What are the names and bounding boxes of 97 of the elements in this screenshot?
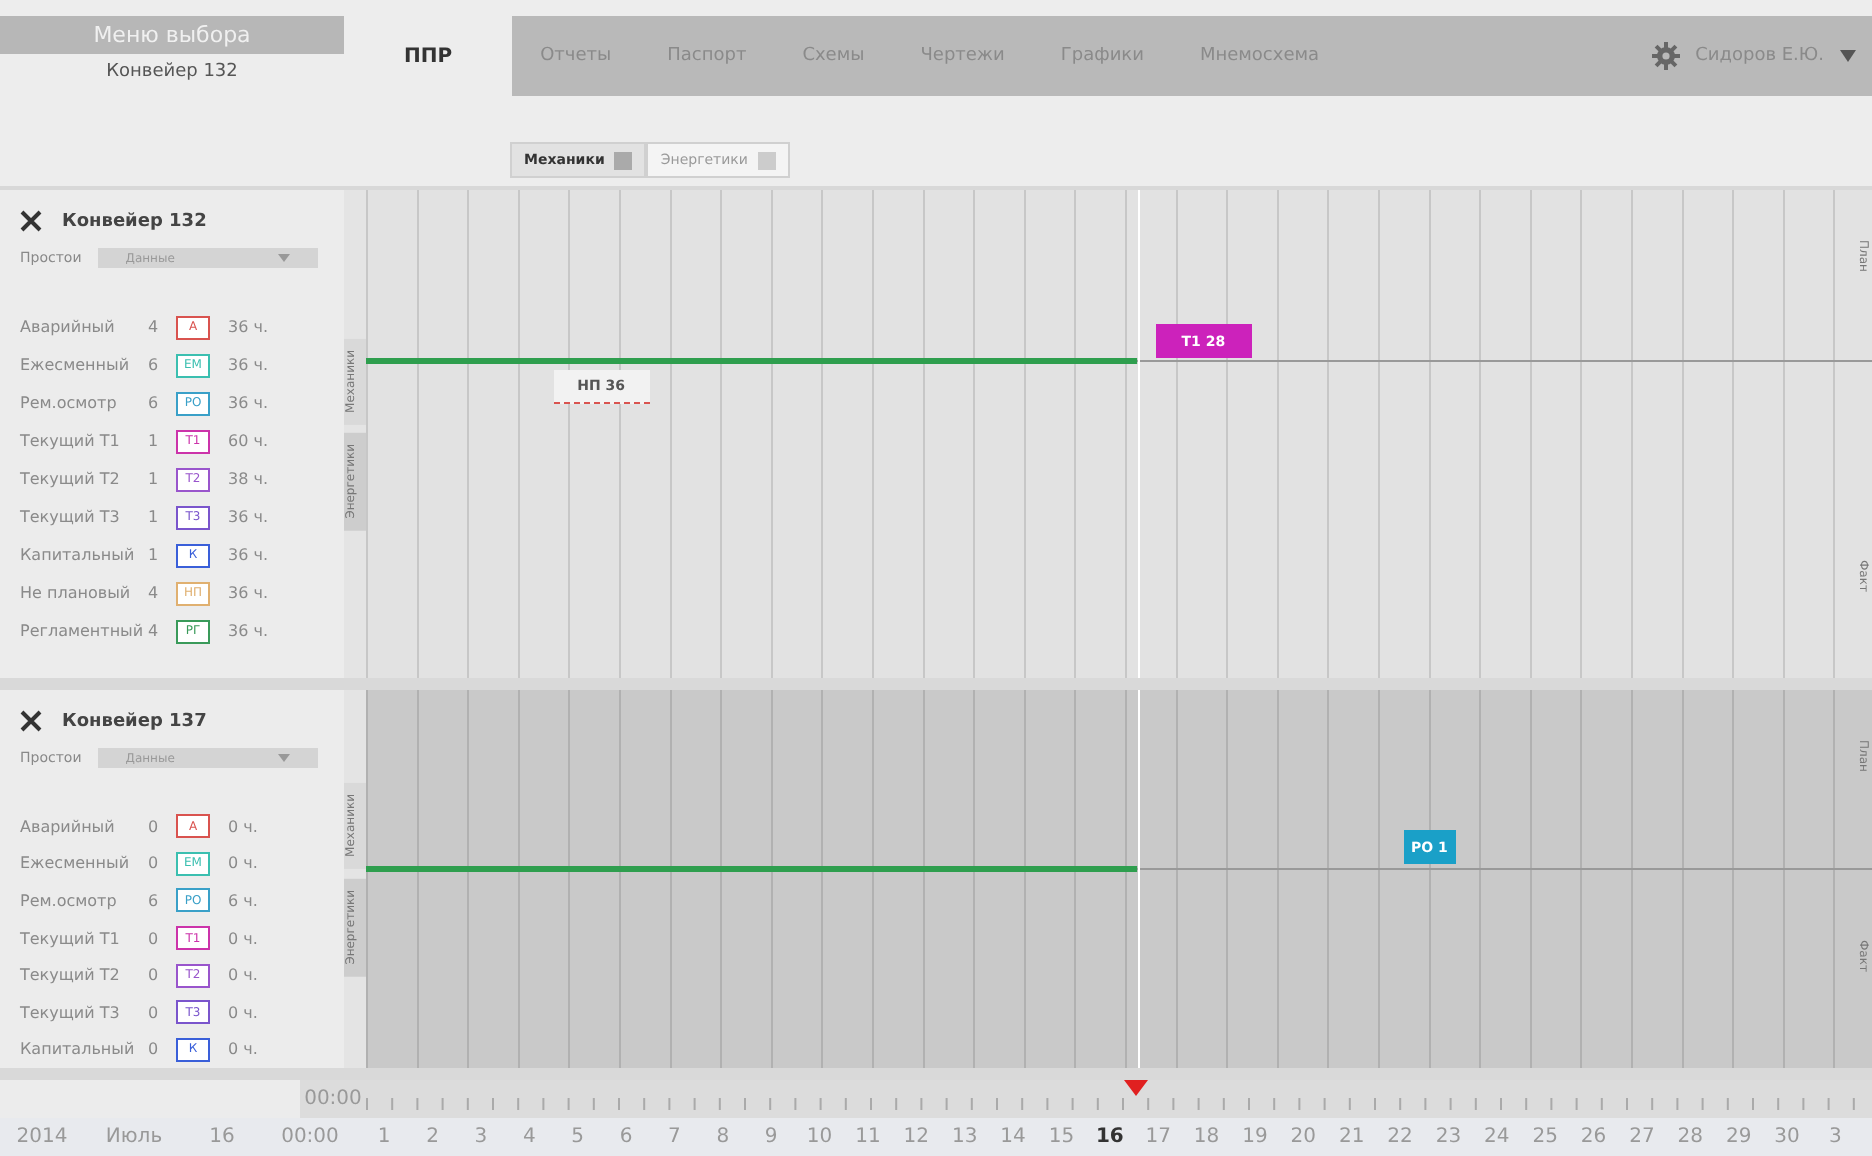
time-label: 00:00 [279, 1126, 341, 1148]
legend-name: Не плановый [20, 584, 133, 602]
legend-hours: 36 ч. [228, 356, 270, 374]
day-number[interactable]: 6 [601, 1126, 651, 1148]
legend-hours: 38 ч. [228, 470, 270, 488]
legend-count: 0 [148, 1003, 161, 1022]
day-label[interactable]: 16 [184, 1126, 260, 1148]
legend-name: Ежесменный [20, 854, 132, 873]
legend-hours: 0 ч. [228, 929, 260, 948]
legend-hours: 60 ч. [228, 432, 270, 450]
legend-count: 6 [148, 891, 161, 910]
legend-name: Рем.осмотр [20, 891, 119, 910]
legend-hours: 36 ч. [228, 394, 270, 412]
legend-name: Регламентный [20, 622, 146, 640]
legend-count: 0 [148, 966, 161, 985]
legend-name: Текущий Т3 [20, 1003, 122, 1022]
legend-name: Текущий Т1 [20, 929, 122, 948]
current-day-marker-icon[interactable] [1123, 1080, 1148, 1096]
legend-count: 4 [148, 584, 161, 602]
day-number[interactable]: 13 [940, 1126, 989, 1148]
caret-icon[interactable] [1840, 50, 1856, 62]
day-number[interactable]: 1 [360, 1126, 409, 1148]
legend-count: 1 [148, 432, 161, 450]
day-number[interactable]: 8 [698, 1126, 747, 1148]
square-icon [757, 151, 776, 169]
legend-count: 1 [148, 470, 161, 488]
legend-hours: 36 ч. [228, 546, 270, 564]
day-number[interactable]: 15 [1037, 1126, 1086, 1148]
day-number[interactable]: 12 [892, 1126, 941, 1148]
legend-name: Аварийный [20, 318, 117, 336]
day-number[interactable]: 23 [1424, 1126, 1473, 1148]
legend-hours: 0 ч. [228, 966, 260, 985]
day-number[interactable]: 2 [408, 1126, 457, 1148]
legend-count: 1 [148, 508, 161, 526]
day-number[interactable]: 4 [505, 1126, 554, 1148]
legend-name: Капитальный [20, 1040, 137, 1059]
legend-count: 0 [148, 929, 161, 948]
time-label: 00:00 [302, 1088, 364, 1110]
legend-hours: 0 ч. [228, 1040, 260, 1059]
panel-title: Конвейер 132 [62, 211, 207, 231]
day-number[interactable]: 18 [1182, 1126, 1231, 1148]
day-number[interactable]: 10 [795, 1126, 844, 1148]
day-number[interactable]: 25 [1521, 1126, 1570, 1148]
day-number[interactable]: 5 [553, 1126, 602, 1148]
legend-count: 1 [148, 546, 161, 564]
year-label[interactable]: 2014 [0, 1126, 84, 1148]
legend-count: 0 [148, 1040, 161, 1059]
caret-icon [277, 754, 290, 762]
legend-count: 6 [148, 356, 161, 374]
legend-count: 4 [148, 318, 161, 336]
legend-hours: 36 ч. [228, 508, 270, 526]
day-number[interactable]: 28 [1666, 1126, 1715, 1148]
legend-count: 6 [148, 394, 161, 412]
menu-title[interactable]: Меню выбора [0, 16, 344, 54]
day-number[interactable]: 9 [747, 1126, 796, 1148]
day-number[interactable]: 30 [1762, 1126, 1812, 1148]
day-number[interactable]: 21 [1327, 1126, 1376, 1148]
legend-hours: 36 ч. [228, 318, 270, 336]
legend-count: 0 [148, 854, 161, 873]
legend-hours: 0 ч. [228, 817, 260, 836]
legend-name: Капитальный [20, 546, 137, 564]
day-number[interactable]: 24 [1472, 1126, 1521, 1148]
menu-subtitle: Конвейер 132 [106, 60, 238, 82]
day-number[interactable]: 19 [1230, 1126, 1280, 1148]
day-number[interactable]: 16 [1085, 1126, 1134, 1148]
day-number[interactable]: 26 [1569, 1126, 1618, 1148]
day-number[interactable]: 11 [843, 1126, 893, 1148]
day-number[interactable]: 29 [1714, 1126, 1763, 1148]
legend-hours: 6 ч. [228, 891, 260, 910]
legend-name: Аварийный [20, 817, 117, 836]
legend-name: Текущий Т2 [20, 966, 122, 985]
legend-hours: 36 ч. [228, 622, 270, 640]
day-number[interactable]: 7 [650, 1126, 699, 1148]
legend-name: Рем.осмотр [20, 394, 119, 412]
close-icon[interactable] [20, 710, 42, 732]
day-number[interactable]: 14 [988, 1126, 1038, 1148]
day-number[interactable]: 17 [1134, 1126, 1183, 1148]
close-icon[interactable] [20, 210, 42, 232]
day-number[interactable]: 27 [1617, 1126, 1667, 1148]
legend-hours: 0 ч. [228, 854, 260, 873]
day-number[interactable]: 22 [1375, 1126, 1425, 1148]
legend-hours: 0 ч. [228, 1003, 260, 1022]
square-icon [614, 151, 633, 169]
panel-title: Конвейер 137 [62, 711, 207, 731]
legend-count: 0 [148, 817, 161, 836]
month-label[interactable]: Июль [84, 1126, 184, 1148]
caret-icon [277, 254, 290, 262]
legend-name: Ежесменный [20, 356, 132, 374]
day-number[interactable]: 20 [1279, 1126, 1328, 1148]
legend-name: Текущий Т1 [20, 432, 122, 450]
legend-name: Текущий Т2 [20, 470, 122, 488]
day-number[interactable]: 3 [456, 1126, 506, 1148]
day-number[interactable]: 3 [1811, 1126, 1860, 1148]
legend-hours: 36 ч. [228, 584, 270, 602]
legend-name: Текущий Т3 [20, 508, 122, 526]
legend-count: 4 [148, 622, 161, 640]
settings-icon[interactable] [1651, 42, 1680, 70]
